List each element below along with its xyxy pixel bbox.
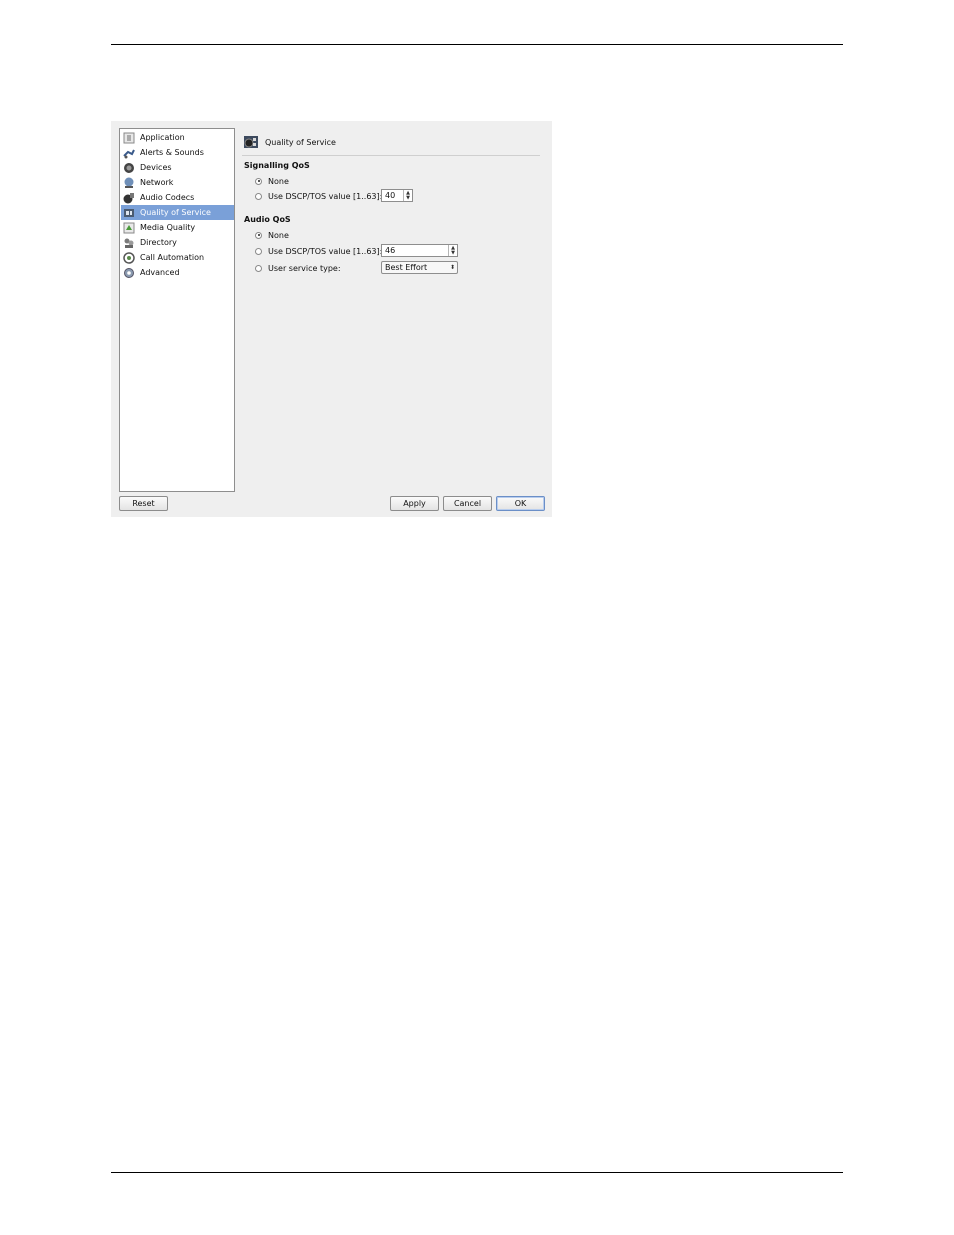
sidebar-item-quality-of-service[interactable]: Quality of Service xyxy=(121,205,234,220)
sidebar-item-network[interactable]: Network xyxy=(121,175,234,190)
audio-service-type-radio[interactable] xyxy=(255,264,262,272)
cancel-button[interactable]: Cancel xyxy=(443,496,492,511)
stepper-arrows-icon[interactable]: ▲ ▼ xyxy=(448,245,457,256)
apply-button[interactable]: Apply xyxy=(390,496,439,511)
sidebar-item-label: Directory xyxy=(140,238,177,247)
sidebar-item-label: Application xyxy=(140,133,185,142)
audio-dscp-radio[interactable] xyxy=(255,247,262,255)
advanced-gear-icon xyxy=(124,267,134,278)
alerts-sounds-icon xyxy=(123,149,135,158)
page-top-rule xyxy=(111,44,843,45)
network-icon xyxy=(124,177,134,188)
sidebar-item-application[interactable]: Application xyxy=(121,130,234,145)
audio-dscp-value[interactable]: 46 xyxy=(382,246,448,255)
preferences-dialog: Application Alerts & Sounds Devices Netw… xyxy=(111,121,552,517)
sidebar-item-label: Media Quality xyxy=(140,223,196,232)
signalling-none-option[interactable]: None xyxy=(255,175,289,187)
signalling-dscp-label: Use DSCP/TOS value [1..63]: xyxy=(268,191,383,201)
sidebar-item-label: Quality of Service xyxy=(140,208,211,217)
sidebar-item-devices[interactable]: Devices xyxy=(121,160,234,175)
sidebar-item-directory[interactable]: Directory xyxy=(121,235,234,250)
signalling-none-radio[interactable] xyxy=(255,177,262,185)
call-automation-icon xyxy=(123,251,135,264)
sidebar-item-label: Alerts & Sounds xyxy=(140,148,204,157)
sidebar-item-label: Network xyxy=(140,178,174,187)
signalling-none-label: None xyxy=(268,176,289,186)
service-type-value: Best Effort xyxy=(385,263,428,272)
quality-of-service-icon xyxy=(244,136,258,148)
sidebar-item-label: Audio Codecs xyxy=(140,193,195,202)
quality-of-service-icon xyxy=(124,208,134,217)
signalling-dscp-radio[interactable] xyxy=(255,192,262,200)
signalling-dscp-option[interactable]: Use DSCP/TOS value [1..63]: xyxy=(255,190,382,202)
ok-button[interactable]: OK xyxy=(496,496,545,511)
sidebar-item-label: Advanced xyxy=(140,268,180,277)
panel-header: Quality of Service xyxy=(242,132,540,152)
application-icon xyxy=(123,132,135,143)
directory-icon xyxy=(124,238,134,248)
audio-none-option[interactable]: None xyxy=(255,229,289,241)
audio-service-type-label: User service type: xyxy=(268,263,341,273)
preferences-sidebar: Application Alerts & Sounds Devices Netw… xyxy=(119,128,235,492)
sidebar-item-media-quality[interactable]: Media Quality xyxy=(121,220,234,235)
audio-qos-title: Audio QoS xyxy=(244,215,291,224)
sidebar-item-audio-codecs[interactable]: Audio Codecs xyxy=(121,190,234,205)
sidebar-item-label: Devices xyxy=(140,163,172,172)
audio-none-label: None xyxy=(268,230,289,240)
chevron-up-down-icon: ⬍ xyxy=(449,264,456,271)
audio-dscp-label: Use DSCP/TOS value [1..63]: xyxy=(268,246,383,256)
signalling-qos-title: Signalling QoS xyxy=(244,161,310,170)
signalling-dscp-value[interactable]: 40 xyxy=(382,191,403,200)
sidebar-item-advanced[interactable]: Advanced xyxy=(121,265,234,280)
sidebar-item-alerts-sounds[interactable]: Alerts & Sounds xyxy=(121,145,234,160)
sidebar-item-call-automation[interactable]: Call Automation xyxy=(121,250,234,265)
service-type-select[interactable]: Best Effort ⬍ xyxy=(381,261,458,274)
headset-icon xyxy=(124,162,134,173)
audio-none-radio[interactable] xyxy=(255,231,262,239)
header-divider xyxy=(242,155,540,156)
audio-service-type-option[interactable]: User service type: xyxy=(255,262,341,274)
page-title: Quality of Service xyxy=(265,137,336,147)
settings-panel: Quality of Service Signalling QoS None U… xyxy=(242,128,544,492)
sidebar-item-label: Call Automation xyxy=(140,253,205,262)
stepper-arrows-icon[interactable]: ▲ ▼ xyxy=(403,190,412,201)
audio-dscp-stepper[interactable]: 46 ▲ ▼ xyxy=(381,244,458,257)
audio-codecs-icon xyxy=(123,192,134,203)
reset-button[interactable]: Reset xyxy=(119,496,168,511)
media-quality-icon xyxy=(123,222,135,233)
signalling-dscp-stepper[interactable]: 40 ▲ ▼ xyxy=(381,189,413,202)
audio-dscp-option[interactable]: Use DSCP/TOS value [1..63]: xyxy=(255,245,382,257)
page-bottom-rule xyxy=(111,1172,843,1173)
